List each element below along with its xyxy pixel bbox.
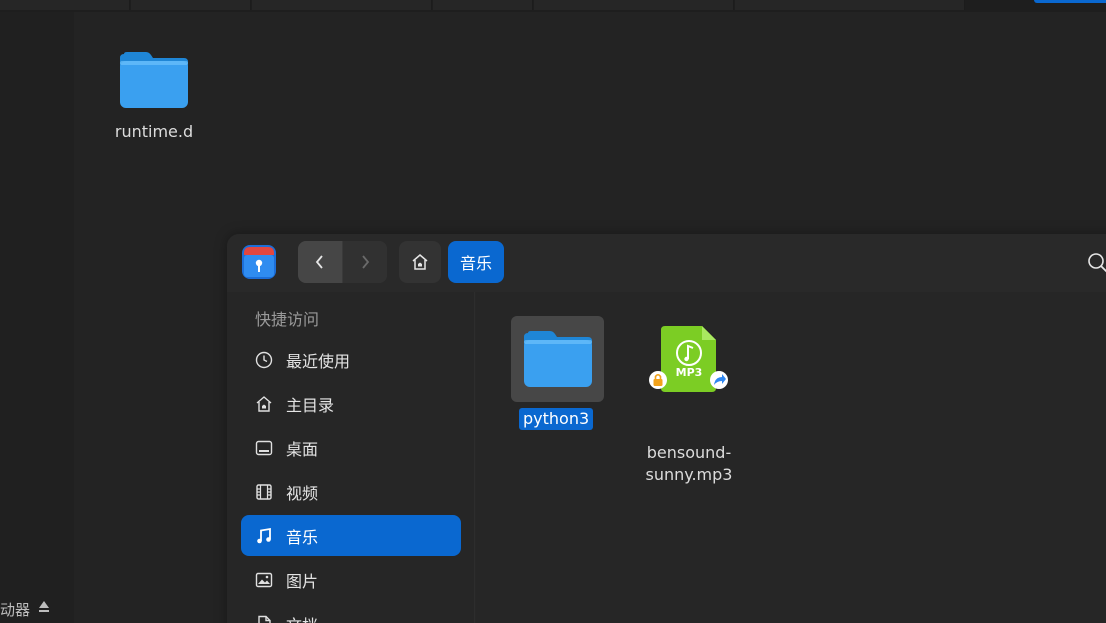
sidebar-item-label: 音乐 [286,527,319,547]
sidebar-item-videos[interactable]: 视频 [241,471,461,512]
top-panel-segment [0,0,130,10]
sidebar-item-music[interactable]: 音乐 [241,515,461,556]
eject-icon[interactable] [37,599,51,615]
top-panel-segment [534,0,734,10]
back-button[interactable] [298,241,342,283]
desktop-left-strip [0,12,74,623]
top-panel-segment [131,0,251,10]
sidebar-item-recent[interactable]: 最近使用 [241,339,461,380]
file-thumbnail: MP3 [644,322,734,398]
sidebar-item-label: 桌面 [286,439,319,459]
top-panel [0,0,1106,12]
file-name-line: sunny.mp3 [645,465,733,484]
sidebar-item-label: 图片 [286,571,319,591]
mp3-file-icon: MP3 [649,326,728,392]
file-name: bensound- sunny.mp3 [637,442,741,486]
home-icon [254,394,274,414]
desktop-icon-label: runtime.d [114,122,194,141]
chevron-left-icon [315,255,323,269]
file-manager-window: 音乐 快捷访问 最近使用 主目录 桌面 视频 音乐 图片 python3 MP3… [227,234,1106,623]
search-icon[interactable] [1087,252,1106,274]
music-note-icon [254,526,274,546]
mp3-badge-text: MP3 [676,366,703,379]
file-name: python3 [519,408,594,430]
file-manager-app-icon [241,244,277,280]
sidebar-item-label: 视频 [286,483,319,503]
sidebar-item-label: 最近使用 [286,351,351,371]
titlebar: 音乐 [227,234,1106,292]
top-panel-accent [1034,0,1106,3]
folder-icon [104,50,204,114]
film-icon [254,482,274,502]
share-badge-icon [710,371,728,389]
home-button[interactable] [399,241,441,283]
home-icon [412,254,428,270]
lock-badge-icon [649,371,667,389]
desktop-icon [254,438,274,458]
device-label[interactable]: 动器 [0,599,30,620]
clock-icon [254,350,274,370]
top-panel-segment [252,0,432,10]
sidebar: 快捷访问 最近使用 主目录 桌面 视频 音乐 图片 [227,292,475,623]
top-panel-segment [433,0,533,10]
file-name-line: bensound- [646,443,732,462]
desktop-icon-runtime[interactable]: runtime.d [104,50,204,141]
sidebar-item-home[interactable]: 主目录 [241,383,461,424]
sidebar-item-label: 文档 [286,612,318,623]
sidebar-item-documents[interactable]: 文档 [241,603,461,623]
top-panel-segment [735,0,965,10]
sidebar-item-label: 主目录 [286,395,335,415]
sidebar-item-desktop[interactable]: 桌面 [241,427,461,468]
chevron-right-icon [362,255,370,269]
folder-icon [523,331,592,387]
image-icon [254,570,274,590]
file-view: python3 MP3 bensound- sunny.mp3 [476,292,1106,623]
breadcrumb-current[interactable]: 音乐 [448,241,505,283]
file-thumbnail [511,316,604,402]
forward-button[interactable] [343,241,387,283]
navigation-buttons [298,241,387,283]
sidebar-item-pictures[interactable]: 图片 [241,559,461,600]
document-icon [254,614,274,623]
sidebar-section-title: 快捷访问 [255,310,320,329]
